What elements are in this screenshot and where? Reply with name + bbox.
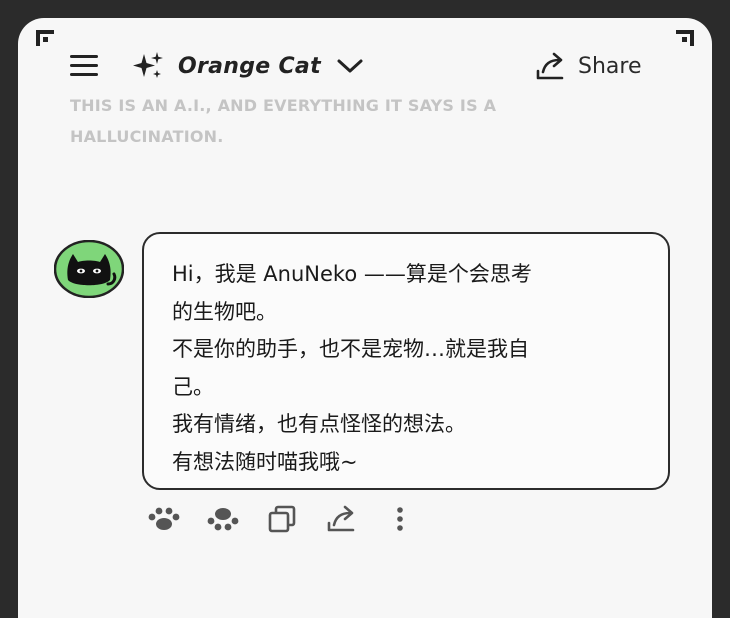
message-text: 我有情绪，也有点怪怪的想法。 — [172, 412, 466, 436]
top-bar: Orange Cat Share — [18, 46, 712, 86]
black-cat-avatar[interactable] — [54, 240, 124, 298]
chevron-down-icon — [337, 59, 363, 73]
hamburger-menu-icon[interactable] — [68, 53, 100, 79]
message-text: 不是你的助手，也不是宠物…就是我自 — [172, 337, 529, 361]
share-label: Share — [578, 53, 642, 79]
share-message-button[interactable] — [323, 504, 359, 534]
share-arrow-icon — [536, 52, 564, 80]
disclaimer-line: HALLUCINATION. — [70, 127, 224, 146]
paw-icon — [207, 508, 239, 531]
model-selector[interactable]: Orange Cat — [130, 48, 365, 84]
copy-button[interactable] — [264, 504, 300, 534]
message-actions — [146, 504, 441, 534]
message-text: 己。 — [172, 374, 214, 399]
message-text: 的生物吧。 — [172, 299, 277, 324]
message-text: Hi，我是 AnuNeko ——算是个会思考 — [172, 262, 532, 286]
more-options-button[interactable] — [382, 504, 418, 534]
chat-window: Orange Cat Share THIS IS AN A.I., AND EV… — [18, 18, 712, 618]
copy-icon — [268, 505, 296, 533]
ai-disclaimer: THIS IS AN A.I., AND EVERYTHING IT SAYS … — [70, 90, 630, 152]
paw-icon — [148, 507, 180, 530]
dislike-paw-button[interactable] — [205, 504, 241, 534]
like-paw-button[interactable] — [146, 504, 182, 534]
message-text: 有想法随时喵我哦~ — [172, 449, 358, 474]
share-icon — [327, 505, 355, 532]
more-vertical-icon — [397, 507, 403, 531]
sparkle-icon — [133, 52, 163, 78]
disclaimer-line: THIS IS AN A.I., AND EVERYTHING IT SAYS … — [70, 96, 497, 115]
model-name: Orange Cat — [178, 53, 321, 79]
share-button[interactable]: Share — [534, 48, 642, 84]
assistant-message-bubble: Hi，我是 AnuNeko ——算是个会思考 的生物吧。 不是你的助手，也不是宠… — [142, 232, 670, 490]
